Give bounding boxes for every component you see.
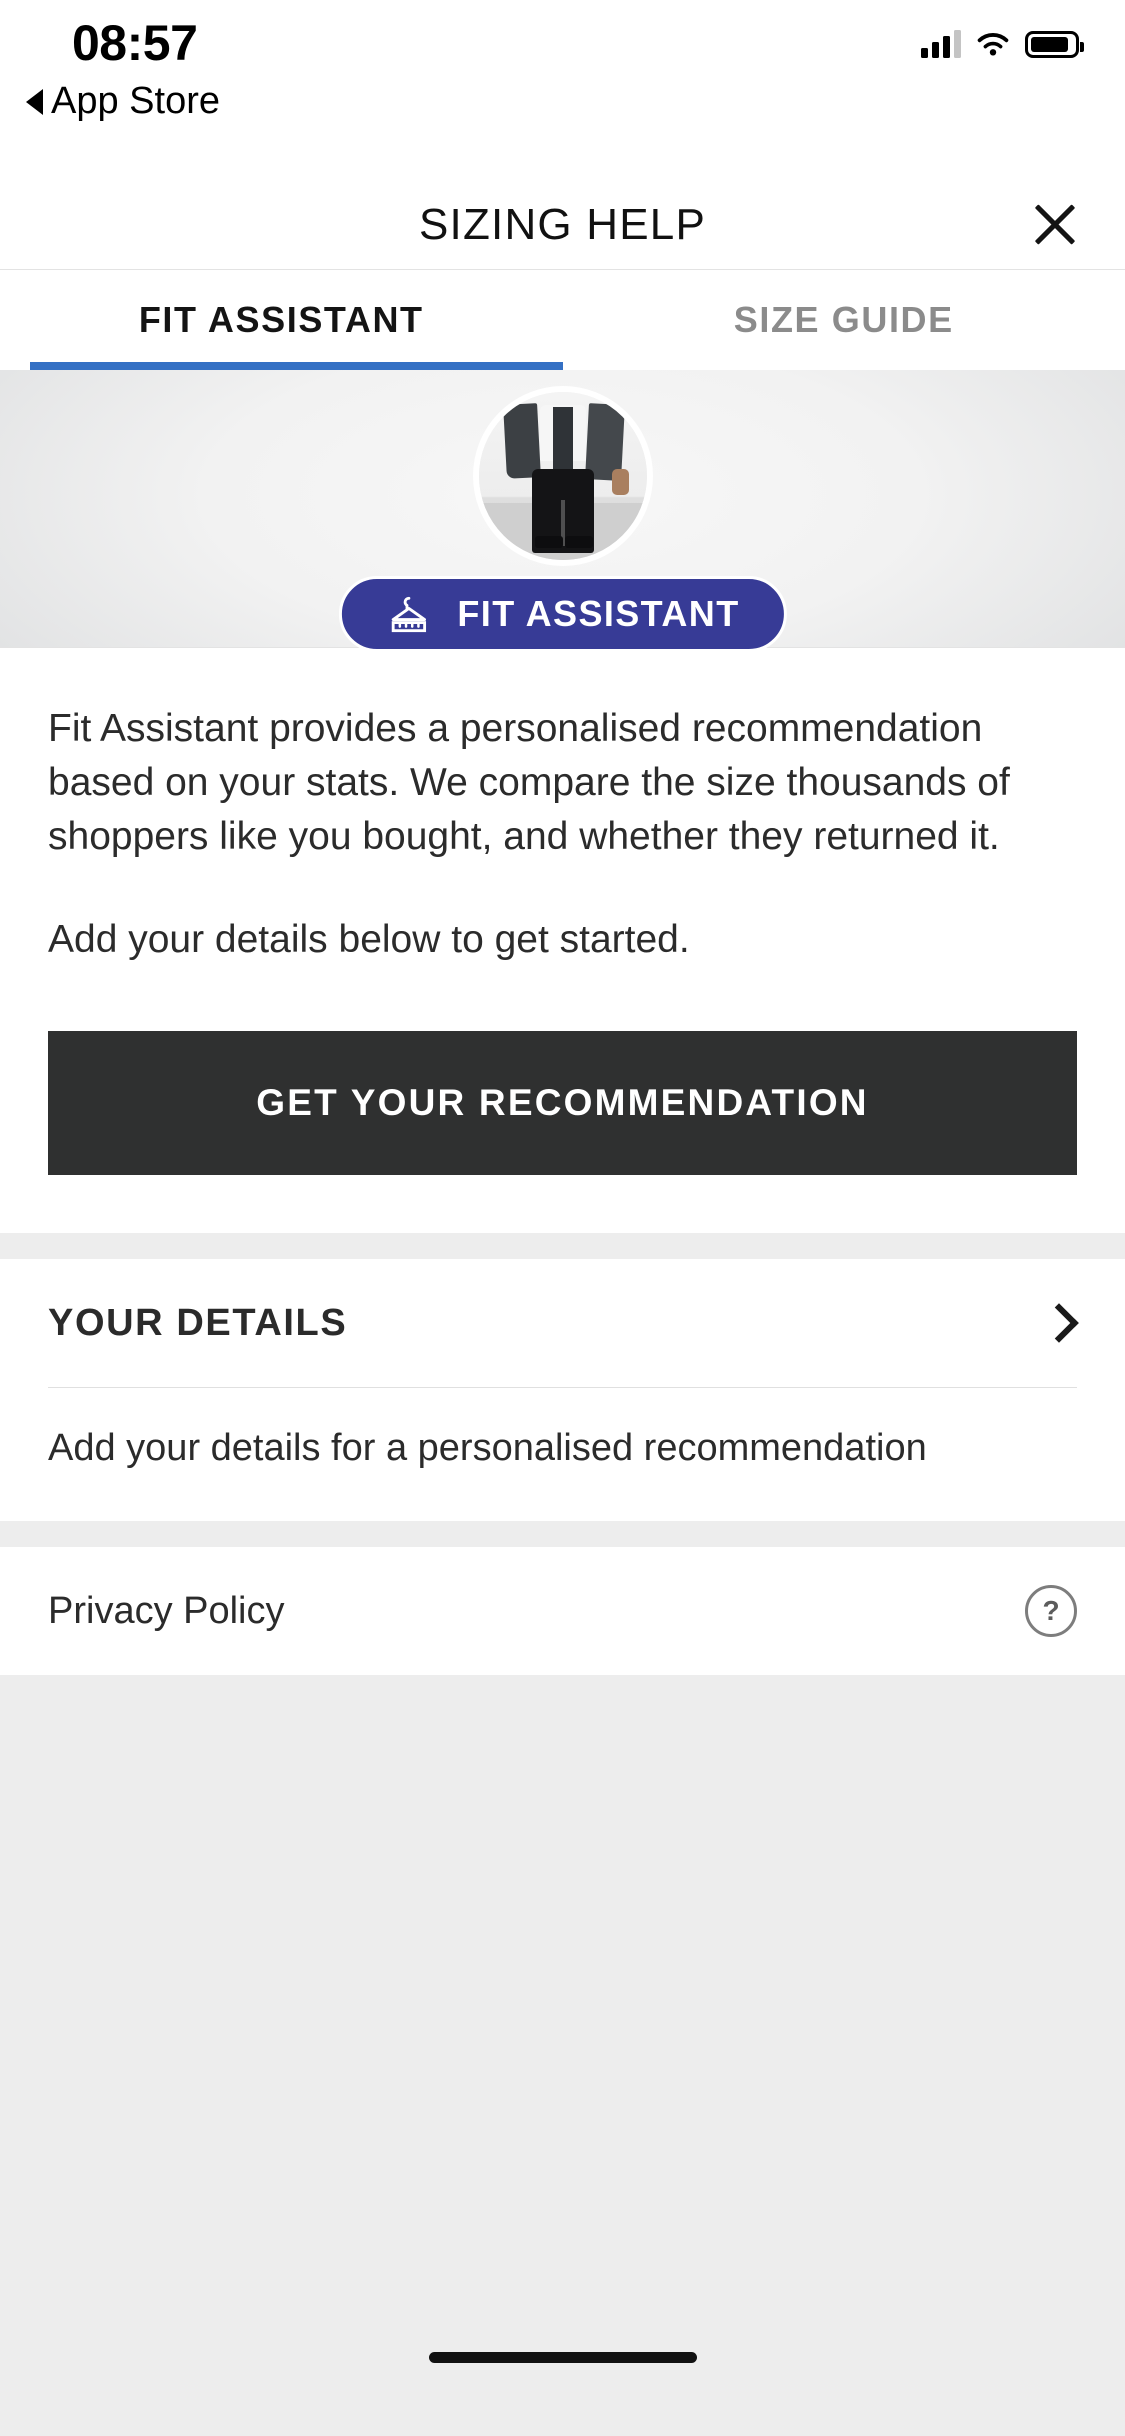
modal-header: SIZING HELP	[0, 172, 1125, 270]
app-screen: 08:57 App Store SIZING HELP FIT ASSISTAN…	[0, 0, 1125, 2436]
home-indicator-area	[0, 2326, 1125, 2436]
status-bar-indicators	[921, 30, 1084, 58]
home-indicator[interactable]	[428, 2352, 697, 2363]
cellular-signal-icon	[921, 30, 961, 58]
section-divider-band-bottom	[0, 1521, 1125, 1548]
section-divider-band-top	[0, 1233, 1125, 1260]
tab-size-guide[interactable]: SIZE GUIDE	[563, 270, 1125, 370]
model-photo	[478, 392, 647, 560]
intro-section: Fit Assistant provides a personalised re…	[0, 648, 1125, 968]
avatar	[472, 386, 653, 566]
tab-size-guide-label: SIZE GUIDE	[733, 299, 954, 340]
get-recommendation-button[interactable]: GET YOUR RECOMMENDATION	[48, 1031, 1077, 1176]
close-icon[interactable]	[1027, 196, 1083, 252]
privacy-policy-row[interactable]: Privacy Policy ?	[0, 1547, 1125, 1676]
intro-paragraph-2: Add your details below to get started.	[48, 918, 690, 962]
tab-bar: FIT ASSISTANT SIZE GUIDE	[0, 270, 1125, 370]
page-background-filler	[0, 1675, 1125, 2436]
status-bar: 08:57 App Store	[0, 0, 1125, 172]
wifi-icon	[977, 33, 1009, 56]
back-label: App Store	[51, 80, 220, 122]
status-bar-time: 08:57	[72, 15, 198, 71]
tab-fit-assistant[interactable]: FIT ASSISTANT	[0, 270, 563, 370]
screen-scroll-column: 08:57 App Store SIZING HELP FIT ASSISTAN…	[0, 0, 1125, 2436]
chevron-right-icon	[1037, 1303, 1077, 1343]
back-to-app-store-button[interactable]: App Store	[26, 80, 220, 123]
battery-icon	[1025, 30, 1084, 58]
fit-assistant-badge[interactable]: FIT ASSISTANT	[338, 576, 787, 652]
intro-paragraph-1: Fit Assistant provides a personalised re…	[48, 707, 1010, 858]
hero-banner: FIT ASSISTANT	[0, 370, 1125, 652]
page-title: SIZING HELP	[418, 200, 707, 249]
tab-fit-assistant-label: FIT ASSISTANT	[138, 299, 424, 340]
question-mark-icon[interactable]: ?	[1025, 1585, 1077, 1638]
privacy-policy-label: Privacy Policy	[48, 1589, 285, 1632]
your-details-row[interactable]: YOUR DETAILS	[0, 1259, 1125, 1388]
clothes-hanger-ruler-icon	[391, 596, 426, 633]
your-details-title: YOUR DETAILS	[48, 1301, 348, 1344]
your-details-subtitle: Add your details for a personalised reco…	[0, 1388, 1125, 1522]
fit-assistant-badge-label: FIT ASSISTANT	[457, 593, 740, 634]
back-arrow-icon	[26, 88, 43, 115]
get-recommendation-label: GET YOUR RECOMMENDATION	[256, 1082, 869, 1124]
